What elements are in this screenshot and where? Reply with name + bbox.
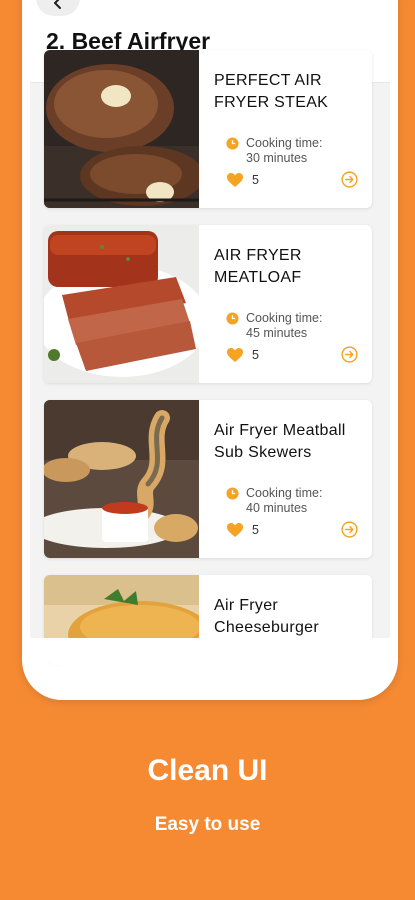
promo-subline: Easy to use [154,814,261,835]
recipe-image-meatball-skewers [44,400,199,558]
clock-icon [226,312,239,325]
cooking-time: Cooking time: 40 minutes [226,486,356,516]
cooking-time-value: 30 minutes [246,151,308,165]
recipe-title: Air Fryer Cheeseburger [214,597,319,636]
heart-icon [227,523,243,537]
cooking-time: Cooking time: 45 minutes [226,311,356,341]
cooking-time-value: 40 minutes [246,501,308,515]
arrow-circle-icon[interactable] [341,346,358,363]
recipe-title: Air Fryer Meatball Sub Skewers [214,422,346,461]
promo-headline: Clean UI [147,754,268,787]
cooking-time-text: Cooking time: 45 minutes [246,311,356,341]
recipe-image-meatloaf [44,225,199,383]
recipe-title: PERFECT AIR FRYER STEAK [214,72,329,111]
phone-frame: 2. Beef Airfryer PERFECT AIR FRYER STEAK [22,0,398,700]
recipe-card[interactable]: Air Fryer Meatball Sub Skewers Cooking t… [44,400,372,558]
clock-icon [226,487,239,500]
arrow-circle-icon[interactable] [341,171,358,188]
cooking-time: Cooking time: 30 minutes [226,136,356,166]
back-arrow-icon [54,0,61,9]
heart-icon [227,348,243,362]
heart-icon [227,173,243,187]
screen-bottom-bar [30,638,390,666]
cooking-time-text: Cooking time: 40 minutes [246,486,356,516]
like-count: 5 [252,523,259,537]
cooking-time-value: 45 minutes [246,326,308,340]
recipe-card[interactable]: AIR FRYER MEATLOAF Cooking time: 45 minu… [44,225,372,383]
likes[interactable]: 5 [226,522,259,538]
like-count: 5 [252,173,259,187]
likes[interactable]: 5 [226,172,259,188]
recipe-image-steak [44,50,199,208]
back-button[interactable] [36,0,80,16]
likes[interactable]: 5 [226,347,259,363]
cooking-time-text: Cooking time: 30 minutes [246,136,356,166]
cooking-time-label: Cooking time: [246,136,323,150]
cooking-time-label: Cooking time: [246,311,323,325]
recipe-card[interactable]: PERFECT AIR FRYER STEAK Cooking time: 30… [44,50,372,208]
like-count: 5 [252,348,259,362]
arrow-circle-icon[interactable] [341,521,358,538]
app-screen: 2. Beef Airfryer PERFECT AIR FRYER STEAK [30,0,390,666]
clock-icon [226,137,239,150]
recipe-title: AIR FRYER MEATLOAF [214,247,302,286]
cooking-time-label: Cooking time: [246,486,323,500]
